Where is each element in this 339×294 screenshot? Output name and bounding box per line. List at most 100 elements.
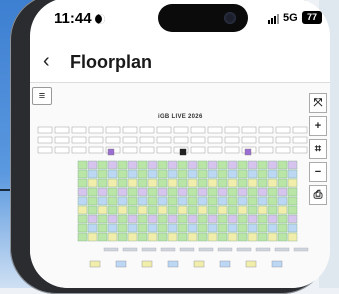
booth[interactable] — [173, 126, 189, 134]
booth[interactable] — [71, 136, 87, 144]
booth[interactable] — [207, 136, 223, 144]
booth[interactable] — [277, 187, 288, 197]
booth[interactable] — [237, 187, 248, 197]
booth[interactable] — [247, 214, 258, 224]
booth[interactable] — [127, 187, 138, 197]
booth[interactable] — [293, 247, 309, 252]
booth[interactable] — [241, 136, 257, 144]
booth[interactable] — [257, 178, 268, 188]
booth[interactable] — [287, 196, 298, 206]
booth[interactable] — [117, 187, 128, 197]
booth[interactable] — [97, 232, 108, 242]
booth[interactable] — [237, 196, 248, 206]
floorplan-viewer[interactable]: iGB LIVE 2026 ≡ ⤧ + ⌗ − ⎙ — [30, 82, 330, 288]
booth[interactable] — [267, 187, 278, 197]
booth[interactable] — [77, 196, 88, 206]
booth[interactable] — [257, 205, 268, 215]
booth[interactable] — [257, 223, 268, 233]
booth[interactable] — [77, 205, 88, 215]
booth[interactable] — [97, 223, 108, 233]
booth[interactable] — [187, 223, 198, 233]
booth[interactable] — [77, 160, 88, 170]
back-chevron-icon[interactable]: ‹ — [43, 50, 50, 73]
booth[interactable] — [147, 205, 158, 215]
booth[interactable] — [137, 169, 148, 179]
booth[interactable] — [197, 187, 208, 197]
booth[interactable] — [207, 178, 218, 188]
booth[interactable] — [107, 178, 118, 188]
booth[interactable] — [177, 196, 188, 206]
booth[interactable] — [139, 136, 155, 144]
booth[interactable] — [173, 136, 189, 144]
booth[interactable] — [245, 260, 257, 268]
booth[interactable] — [137, 178, 148, 188]
booth[interactable] — [167, 196, 178, 206]
booth[interactable] — [137, 223, 148, 233]
booth[interactable] — [247, 178, 258, 188]
booth[interactable] — [88, 146, 104, 154]
booth[interactable] — [179, 247, 195, 252]
booth[interactable] — [127, 205, 138, 215]
booth[interactable] — [122, 247, 138, 252]
booth[interactable] — [207, 187, 218, 197]
booth[interactable] — [190, 146, 206, 154]
booth[interactable] — [107, 205, 118, 215]
booth[interactable] — [177, 178, 188, 188]
booth[interactable] — [258, 146, 274, 154]
booth[interactable] — [156, 126, 172, 134]
booth[interactable] — [179, 148, 187, 156]
booth[interactable] — [147, 223, 158, 233]
booth[interactable] — [217, 178, 228, 188]
booth[interactable] — [97, 205, 108, 215]
booth[interactable] — [54, 136, 70, 144]
booth[interactable] — [107, 148, 115, 156]
booth[interactable] — [147, 214, 158, 224]
booth[interactable] — [137, 160, 148, 170]
booth[interactable] — [287, 214, 298, 224]
booth[interactable] — [117, 169, 128, 179]
booth[interactable] — [197, 160, 208, 170]
booth[interactable] — [177, 160, 188, 170]
booth[interactable] — [88, 126, 104, 134]
booth[interactable] — [157, 169, 168, 179]
booth[interactable] — [157, 214, 168, 224]
menu-icon[interactable]: ≡ — [32, 87, 52, 105]
booth[interactable] — [117, 160, 128, 170]
booth[interactable] — [207, 214, 218, 224]
booth[interactable] — [167, 260, 179, 268]
booth[interactable] — [107, 196, 118, 206]
booth[interactable] — [258, 136, 274, 144]
booth[interactable] — [177, 232, 188, 242]
booth[interactable] — [107, 214, 118, 224]
booth[interactable] — [237, 223, 248, 233]
booth[interactable] — [87, 187, 98, 197]
booth[interactable] — [257, 214, 268, 224]
booth[interactable] — [227, 187, 238, 197]
booth[interactable] — [217, 232, 228, 242]
booth[interactable] — [97, 160, 108, 170]
booth[interactable] — [241, 126, 257, 134]
booth[interactable] — [287, 187, 298, 197]
booth[interactable] — [227, 223, 238, 233]
booth[interactable] — [227, 169, 238, 179]
booth[interactable] — [217, 223, 228, 233]
booth[interactable] — [247, 187, 258, 197]
booth[interactable] — [207, 146, 223, 154]
booth[interactable] — [292, 136, 308, 144]
booth[interactable] — [197, 169, 208, 179]
booth[interactable] — [97, 196, 108, 206]
booth[interactable] — [267, 160, 278, 170]
booth[interactable] — [219, 260, 231, 268]
booth[interactable] — [71, 126, 87, 134]
booth[interactable] — [190, 126, 206, 134]
booth[interactable] — [187, 196, 198, 206]
booth[interactable] — [257, 187, 268, 197]
booth[interactable] — [275, 126, 291, 134]
booth[interactable] — [71, 146, 87, 154]
booth[interactable] — [207, 169, 218, 179]
booth[interactable] — [167, 223, 178, 233]
booth[interactable] — [87, 232, 98, 242]
booth[interactable] — [287, 169, 298, 179]
booth[interactable] — [227, 160, 238, 170]
booth[interactable] — [237, 214, 248, 224]
